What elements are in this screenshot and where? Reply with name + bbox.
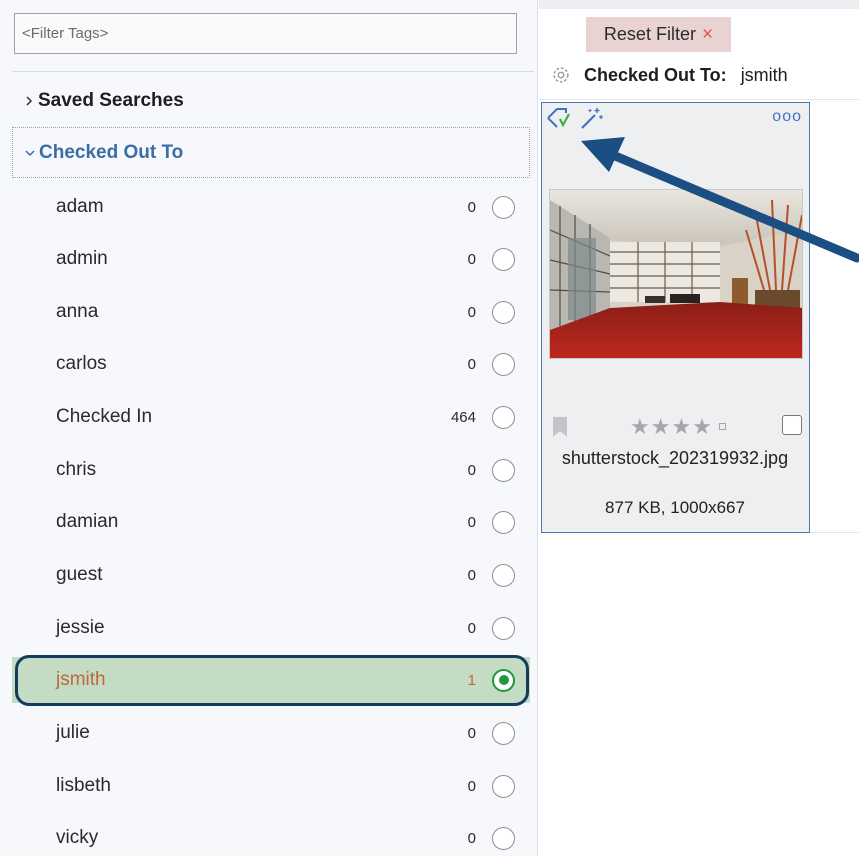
checkout-tag-icon[interactable] (545, 106, 573, 130)
user-row-carlos[interactable]: carlos 0 (12, 341, 530, 387)
user-count: 0 (467, 566, 476, 584)
checked-out-to-header[interactable]: Checked Out To (12, 127, 530, 178)
user-name: julie (56, 722, 90, 743)
chevron-right-icon (20, 95, 38, 107)
reset-filter-button[interactable]: Reset Filter × (586, 17, 731, 52)
user-count: 0 (467, 513, 476, 531)
user-radio[interactable] (492, 563, 515, 587)
bookmark-icon[interactable] (552, 416, 568, 438)
filter-tags-input[interactable] (14, 13, 517, 54)
user-name: vicky (56, 827, 99, 848)
results-panel: Reset Filter × Checked Out To: jsmith oo… (539, 0, 859, 856)
user-radio[interactable] (492, 774, 515, 798)
user-row-jsmith[interactable]: jsmith 1 (12, 657, 530, 703)
user-count: 0 (467, 250, 476, 268)
star-rating[interactable]: ★★★★ (630, 414, 713, 440)
user-count: 0 (467, 303, 476, 321)
saved-searches-label: Saved Searches (38, 90, 184, 111)
user-count: 0 (467, 829, 476, 847)
asset-filename: shutterstock_202319932.jpg (561, 448, 789, 468)
user-radio[interactable] (492, 721, 515, 745)
filter-status-value: jsmith (740, 64, 788, 85)
user-name: damian (56, 511, 119, 532)
gear-icon[interactable] (550, 64, 572, 86)
user-radio[interactable] (492, 458, 515, 482)
checked-out-to-label: Checked Out To (39, 141, 184, 163)
user-name: admin (56, 248, 108, 269)
user-radio[interactable] (492, 405, 515, 429)
user-name: Checked In (56, 406, 153, 427)
saved-searches-header[interactable]: Saved Searches (12, 77, 530, 125)
more-dots-icon[interactable]: ooo (772, 109, 802, 125)
user-name: jsmith (56, 669, 106, 690)
user-radio-selected[interactable] (492, 668, 515, 692)
user-row-adam[interactable]: adam 0 (12, 184, 530, 230)
asset-thumbnail[interactable] (549, 189, 803, 359)
asset-fileinfo: 877 KB, 1000x667 (605, 498, 745, 517)
tags-panel: Saved Searches Checked Out To adam 0 adm… (0, 0, 538, 856)
divider (539, 99, 859, 100)
user-name: anna (56, 301, 99, 322)
user-radio[interactable] (492, 195, 515, 219)
user-radio[interactable] (492, 616, 515, 640)
asset-card[interactable]: ooo ★★★★ shutterstock_202319932.jpg 877 … (541, 102, 810, 533)
user-row-chris[interactable]: chris 0 (12, 447, 530, 493)
reset-filter-label: Reset Filter (603, 24, 696, 44)
user-count: 0 (467, 724, 476, 742)
close-icon: × (701, 23, 714, 45)
user-row-jessie[interactable]: jessie 0 (12, 605, 530, 651)
user-radio[interactable] (492, 510, 515, 534)
user-row-vicky[interactable]: vicky 0 (12, 815, 530, 856)
user-row-checked-in[interactable]: Checked In 464 (12, 394, 530, 440)
card-footer: ★★★★ (542, 413, 808, 439)
user-row-anna[interactable]: anna 0 (12, 289, 530, 335)
card-status-icons (545, 106, 605, 130)
user-count: 0 (467, 355, 476, 373)
user-row-admin[interactable]: admin 0 (12, 236, 530, 282)
user-radio[interactable] (492, 826, 515, 850)
active-filter-status: Checked Out To: jsmith (550, 62, 788, 88)
rating-clear-icon[interactable] (719, 423, 726, 430)
user-count: 0 (467, 619, 476, 637)
user-radio[interactable] (492, 247, 515, 271)
user-count: 464 (450, 408, 476, 426)
user-row-julie[interactable]: julie 0 (12, 710, 530, 756)
user-radio[interactable] (492, 352, 515, 376)
user-row-lisbeth[interactable]: lisbeth 0 (12, 763, 530, 809)
magic-wand-icon[interactable] (579, 106, 605, 130)
user-name: adam (56, 196, 104, 217)
top-strip (539, 0, 859, 9)
filter-status-label: Checked Out To: (584, 64, 727, 85)
user-count: 0 (467, 461, 476, 479)
user-name: chris (56, 459, 97, 480)
user-name: jessie (56, 617, 105, 638)
user-name: carlos (56, 353, 107, 374)
card-select-checkbox[interactable] (782, 415, 802, 435)
user-name: lisbeth (56, 775, 111, 796)
user-count: 0 (467, 198, 476, 216)
divider (811, 532, 859, 533)
user-count: 1 (467, 671, 476, 689)
user-radio[interactable] (492, 300, 515, 324)
user-row-damian[interactable]: damian 0 (12, 499, 530, 545)
user-count: 0 (467, 777, 476, 795)
user-name: guest (56, 564, 103, 585)
interior-photo-image (550, 190, 802, 358)
user-row-guest[interactable]: guest 0 (12, 552, 530, 598)
chevron-down-icon (21, 148, 39, 158)
